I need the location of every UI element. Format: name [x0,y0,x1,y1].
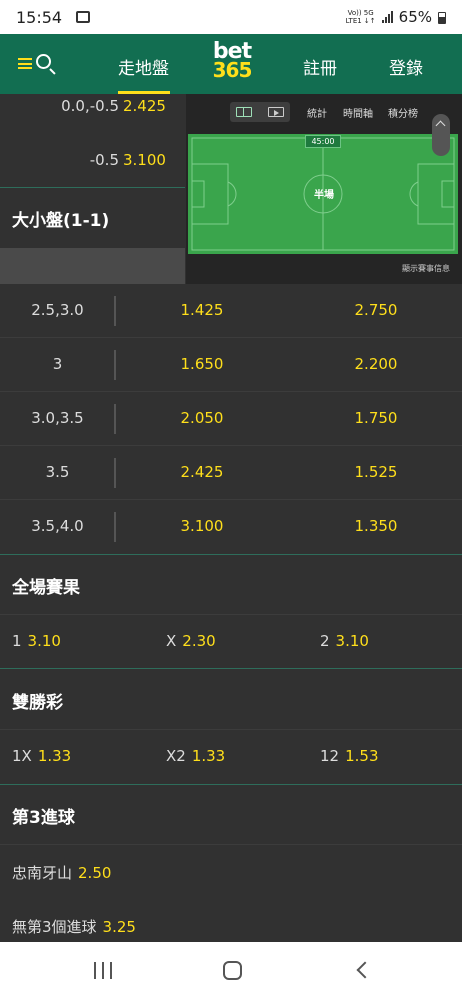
selection-odds: 3.25 [102,918,136,936]
goal-line: 3.5,4.0 [31,517,84,535]
battery-icon [438,12,446,24]
login-button[interactable]: 登錄 [389,54,423,79]
match-clock: 45:00 [305,135,341,148]
goal-line: 2.5,3.0 [31,301,84,319]
selection-draw[interactable]: X 2.30 [166,632,216,650]
selection-odds: 2.30 [182,632,216,650]
handicap-market-partial: 0.0,-0.5 2.425 -0.5 3.100 大小盤(1-1) [0,94,185,284]
period-label: 半場 [314,190,334,201]
system-nav-bar [0,942,462,1000]
selection-odds: 1.53 [345,747,379,765]
divider [0,668,462,669]
bet365-logo[interactable]: bet 365 [209,41,255,81]
divider [0,844,462,845]
battery-percent: 65% [398,8,432,26]
recent-apps-icon[interactable] [94,962,112,979]
tab-timeline[interactable]: 時間軸 [343,105,373,120]
status-indicators: Vo)) 5G LTE1 ↓↑ 65% [346,8,432,26]
collapse-panel-button[interactable] [432,114,450,156]
pitch-view-icon[interactable] [236,107,252,117]
selection-away[interactable]: 2 3.10 [320,632,369,650]
handicap-odds[interactable]: 2.425 [123,97,166,115]
search-icon[interactable] [36,54,51,69]
view-toggle [230,102,290,122]
selection-home[interactable]: 1 3.10 [12,632,61,650]
gallery-icon [76,11,90,23]
handicap-row[interactable]: 0.0,-0.5 2.425 [0,97,185,127]
signal-icon [381,11,393,23]
table-row: 2.5,3.0 1.425 2.750 [0,284,462,338]
table-row: 3.0,3.5 2.050 1.750 [0,392,462,446]
goal-line: 3.5 [45,463,70,481]
selection-12[interactable]: 12 1.53 [320,747,379,765]
status-bar: 15:54 Vo)) 5G LTE1 ↓↑ 65% [0,0,462,34]
double-chance-title[interactable]: 雙勝彩 [12,688,63,713]
show-match-info-link[interactable]: 顯示賽事信息 [402,263,450,274]
selection-x2[interactable]: X2 1.33 [166,747,225,765]
market-header-bar [0,248,185,284]
back-icon[interactable] [356,961,374,979]
video-stream-icon[interactable] [268,107,284,117]
divider [0,729,462,730]
selection-odds: 3.10 [335,632,369,650]
over-odds[interactable]: 1.650 [162,355,242,373]
goal-line: 3.0,3.5 [31,409,84,427]
under-odds[interactable]: 1.750 [336,409,416,427]
selection-odds: 1.33 [37,747,72,765]
table-row: 3.5 2.425 1.525 [0,446,462,500]
handicap-row[interactable]: -0.5 3.100 [0,151,185,181]
over-odds[interactable]: 2.050 [162,409,242,427]
divider [0,784,462,785]
over-odds[interactable]: 1.425 [162,301,242,319]
over-under-title[interactable]: 大小盤(1-1) [12,206,109,231]
selection-1x[interactable]: 1X 1.33 [12,747,71,765]
selection-odds: 3.10 [27,632,61,650]
handicap-odds[interactable]: 3.100 [123,151,166,169]
divider [114,404,116,434]
selection-no-third-goal[interactable]: 無第3個進球 3.25 [12,916,136,937]
selection-odds: 2.50 [78,864,112,882]
handicap-line: -0.5 [89,151,119,169]
app-header: 走地盤 bet 365 註冊 登錄 [0,34,462,94]
under-odds[interactable]: 2.200 [336,355,416,373]
divider [114,296,116,326]
menu-icon[interactable] [18,58,32,69]
over-odds[interactable]: 2.425 [162,463,242,481]
selection-team[interactable]: 忠南牙山 2.50 [12,862,111,883]
divider [0,187,185,188]
divider [114,350,116,380]
tab-in-play[interactable]: 走地盤 [118,54,169,79]
over-under-table: 2.5,3.0 1.425 2.750 3 1.650 2.200 3.0,3.… [0,284,462,554]
third-goal-title[interactable]: 第3進球 [12,803,75,828]
divider [114,512,116,542]
selection-odds: 1.33 [191,747,226,765]
tab-standings[interactable]: 積分榜 [388,105,418,120]
under-odds[interactable]: 2.750 [336,301,416,319]
over-odds[interactable]: 3.100 [162,517,242,535]
full-time-result-title[interactable]: 全場賽果 [12,573,80,598]
match-tracker-panel: 統計 時間軸 積分榜 45:00 半場 顯示賽事信息 [186,94,462,284]
table-row: 3 1.650 2.200 [0,338,462,392]
network-label: Vo)) 5G LTE1 ↓↑ [345,9,376,25]
under-odds[interactable]: 1.525 [336,463,416,481]
status-time: 15:54 [16,8,63,27]
divider [0,554,462,555]
register-button[interactable]: 註冊 [303,54,337,79]
table-row: 3.5,4.0 3.100 1.350 [0,500,462,554]
home-icon[interactable] [223,961,242,980]
goal-line: 3 [52,355,63,373]
divider [0,614,462,615]
divider [114,458,116,488]
handicap-line: 0.0,-0.5 [61,97,119,115]
under-odds[interactable]: 1.350 [336,517,416,535]
tab-stats[interactable]: 統計 [307,105,327,120]
